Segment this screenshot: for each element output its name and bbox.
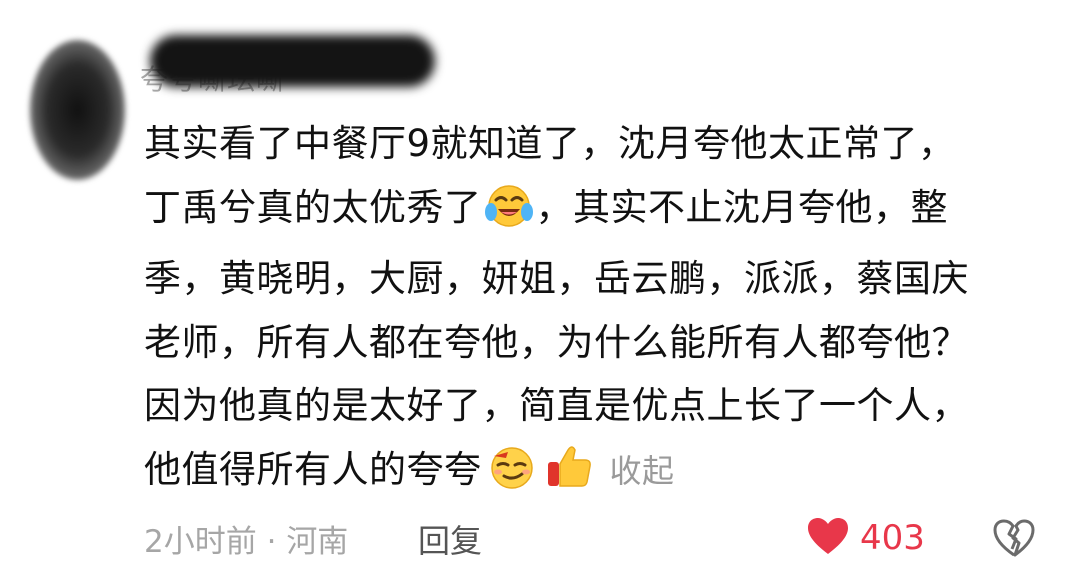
comment-line: 其实看了中餐厅9就知道了，沈月夸他太正常了，	[144, 122, 956, 165]
heart-icon	[806, 516, 850, 560]
comment-line: 季，黄晓明，大厨，妍姐，岳云鹏，派派，蔡国庆	[144, 257, 969, 300]
comment-line: 因为他真的是太好了，简直是优点上长了一个人，	[144, 384, 969, 427]
broken-heart-icon	[992, 519, 1036, 562]
reply-button[interactable]: 回复	[418, 516, 482, 562]
thumbs-up-icon	[544, 442, 594, 510]
smirk-emoji-icon	[484, 444, 540, 510]
comment-text: 丁禹兮真的太优秀了	[144, 185, 482, 229]
location: 河南	[286, 524, 349, 560]
avatar[interactable]	[30, 40, 125, 180]
dislike-button[interactable]	[992, 518, 1036, 562]
comment-body: 其实看了中餐厅9就知道了，沈月夸他太正常了， 丁禹兮真的太优秀了 ，其实不止沈月夸…	[144, 112, 1044, 509]
comment-meta: 2小时前 · 河南	[144, 516, 348, 561]
username-redaction	[150, 35, 435, 87]
collapse-button[interactable]: 收起	[610, 452, 675, 490]
meta-separator: ·	[266, 524, 277, 560]
like-button[interactable]: 403	[806, 516, 925, 560]
comment-line: 丁禹兮真的太优秀了 ，其实不止沈月夸他，整	[144, 176, 1044, 248]
comment-line: 他值得所有人的夸夸 收起	[144, 438, 1044, 510]
comment-card: 夸夸嘶珐嘶 其实看了中餐厅9就知道了，沈月夸他太正常了， 丁禹兮真的太优秀了，其…	[0, 0, 1080, 578]
like-count: 403	[860, 518, 925, 558]
comment-text: 他值得所有人的夸夸	[144, 447, 482, 491]
laughing-crying-emoji-icon	[484, 182, 534, 248]
timestamp: 2小时前	[144, 524, 257, 560]
comment-line: 老师，所有人都在夸他，为什么能所有人都夸他？	[144, 320, 969, 364]
comment-text: ，其实不止沈月夸他，整	[535, 185, 948, 229]
